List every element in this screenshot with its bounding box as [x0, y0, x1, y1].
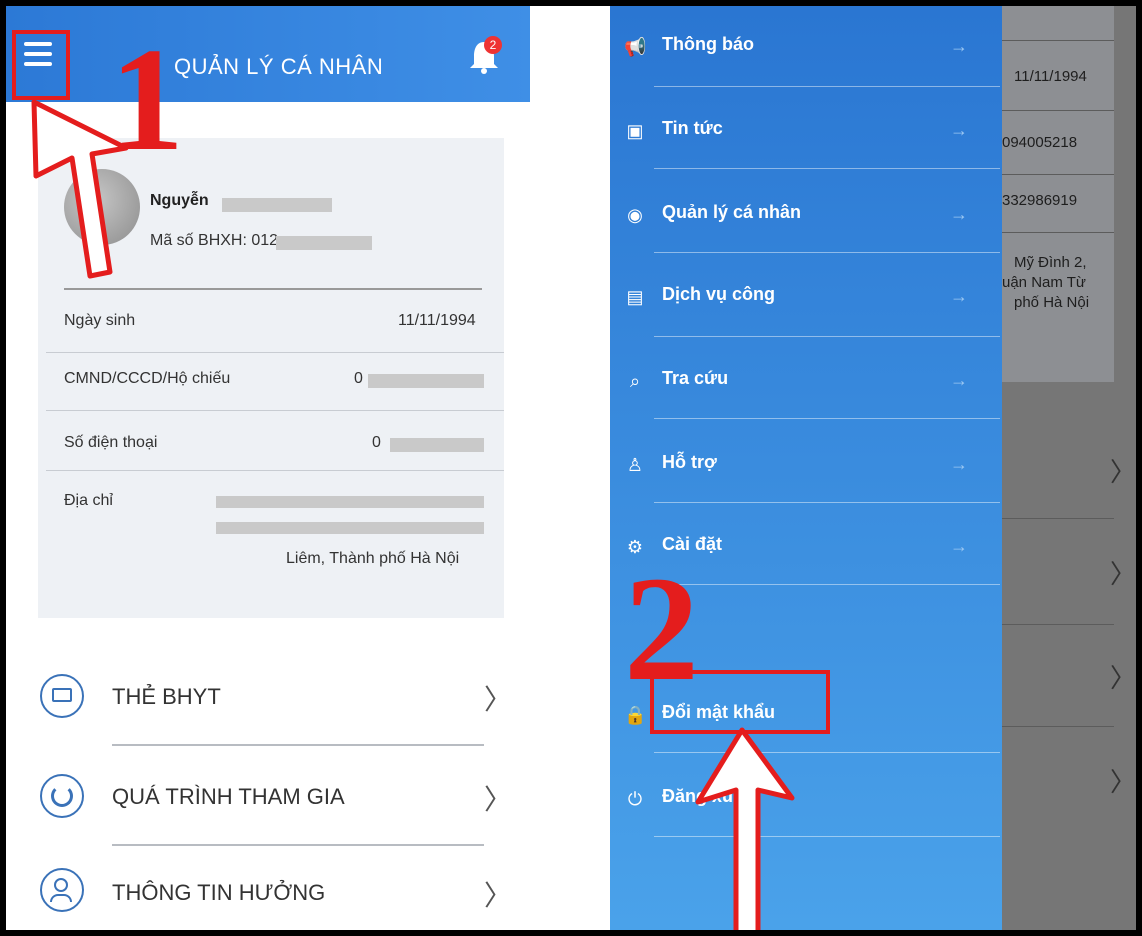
redacted-id-card — [368, 374, 484, 388]
app-header: QUẢN LÝ CÁ NHÂN 2 — [6, 6, 530, 102]
redacted-name — [222, 198, 332, 212]
page-title: QUẢN LÝ CÁ NHÂN — [174, 54, 384, 79]
annotation-highlight-box — [650, 670, 830, 734]
chevron-right-icon: 〉 — [1110, 457, 1136, 487]
info-value-address: Liêm, Thành phố Hà Nội — [286, 550, 460, 567]
divider — [654, 86, 1000, 87]
arrow-right-icon: → — [950, 286, 968, 306]
chevron-right-icon: 〉 — [1110, 559, 1136, 589]
menu-item-label: Hỗ trợ — [662, 452, 717, 472]
side-menu-screen: 11/11/1994 094005218 332986919 Mỹ Đình 2… — [610, 6, 1136, 930]
screenshot-frame: QUẢN LÝ CÁ NHÂN 2 Nguyễn Mã số BHXH: 012… — [0, 0, 1142, 936]
divider — [1002, 726, 1114, 727]
notification-badge: 2 — [484, 36, 502, 54]
menu-item-label: Dịch vụ công — [662, 284, 776, 304]
divider — [1002, 624, 1114, 625]
side-drawer: 📢 Thông báo → ▣ Tin tức → ◉ Quản lý cá n… — [610, 6, 1002, 930]
support-icon: ♙ — [626, 455, 644, 475]
personal-manage-icon: ◉ — [627, 205, 643, 225]
divider — [1002, 232, 1114, 233]
redacted-address-line — [216, 522, 484, 534]
annotation-highlight-box — [12, 30, 70, 100]
annotation-arrow — [695, 727, 795, 930]
user-money-icon — [40, 868, 84, 912]
arrow-right-icon: → — [950, 120, 968, 140]
power-icon: ⏻ — [627, 789, 643, 809]
refresh-history-icon — [40, 774, 84, 818]
arrow-right-icon: → — [950, 536, 968, 556]
redacted-address-line — [216, 496, 484, 508]
dimmed-text: phố Hà Nội — [1014, 294, 1090, 311]
annotation-arrow — [31, 99, 129, 279]
lookup-icon: ⌕ — [629, 371, 641, 391]
arrow-right-icon: → — [950, 454, 968, 474]
dimmed-text: 094005218 — [1002, 134, 1078, 151]
chevron-right-icon: 〉 — [484, 784, 513, 815]
divider — [46, 470, 504, 471]
divider — [46, 410, 504, 411]
divider — [46, 352, 504, 353]
arrow-right-icon: → — [950, 204, 968, 224]
profile-name: Nguyễn — [150, 192, 209, 209]
arrow-right-icon: → — [950, 370, 968, 390]
divider — [1002, 174, 1114, 175]
divider — [654, 502, 1000, 503]
public-service-icon: ▤ — [626, 287, 644, 307]
divider — [654, 168, 1000, 169]
dimmed-text: 11/11/1994 — [1014, 68, 1087, 85]
megaphone-icon: 📢 — [624, 37, 647, 57]
menu-item-label: Quản lý cá nhân — [662, 202, 802, 222]
personal-management-screen: QUẢN LÝ CÁ NHÂN 2 Nguyễn Mã số BHXH: 012… — [6, 6, 530, 930]
divider — [112, 744, 484, 746]
redacted-phone — [390, 438, 484, 452]
health-card-icon — [40, 674, 84, 718]
chevron-right-icon: 〉 — [1110, 663, 1136, 693]
menu-item-label: Tin tức — [662, 118, 723, 138]
info-label-phone: Số điện thoại — [64, 434, 158, 451]
divider — [112, 844, 484, 846]
divider — [654, 418, 1000, 419]
dimmed-text: uận Nam Từ — [1002, 274, 1086, 291]
chevron-right-icon: 〉 — [484, 684, 513, 715]
divider — [1002, 40, 1114, 41]
divider — [1002, 110, 1114, 111]
divider — [654, 252, 1000, 253]
redacted-id — [276, 236, 372, 250]
info-value-birthdate: 11/11/1994 — [398, 312, 476, 329]
info-label-id-card: CMND/CCCD/Hộ chiếu — [64, 370, 231, 387]
feature-label: QUÁ TRÌNH THAM GIA — [112, 784, 345, 809]
dimmed-text: Mỹ Đình 2, — [1014, 254, 1087, 271]
info-value-id-card: 0 — [354, 370, 363, 387]
info-label-birthdate: Ngày sinh — [64, 312, 136, 329]
news-icon: ▣ — [626, 121, 644, 141]
menu-item-label: Thông báo — [662, 34, 754, 54]
feature-label: THÔNG TIN HƯỞNG — [112, 880, 326, 905]
menu-item-label: Tra cứu — [662, 368, 729, 388]
info-label-address: Địa chỉ — [64, 492, 113, 509]
arrow-right-icon: → — [950, 36, 968, 56]
divider — [654, 584, 1000, 585]
dimmed-text: 332986919 — [1002, 192, 1078, 209]
info-value-phone: 0 — [372, 434, 381, 451]
divider — [1002, 518, 1114, 519]
feature-label: THẺ BHYT — [112, 684, 221, 709]
divider — [654, 336, 1000, 337]
social-insurance-number: Mã số BHXH: 012 — [150, 232, 279, 249]
chevron-right-icon: 〉 — [484, 880, 513, 911]
chevron-right-icon: 〉 — [1110, 767, 1136, 797]
